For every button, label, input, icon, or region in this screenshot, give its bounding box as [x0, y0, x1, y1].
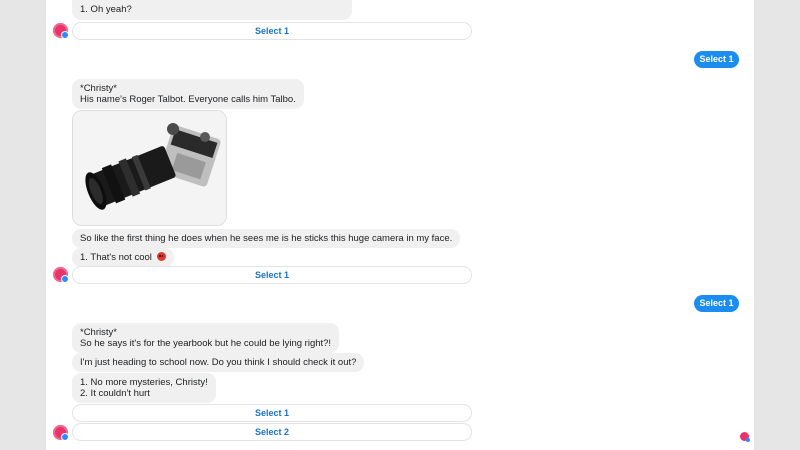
- message-bubble: 1. That's not cool: [72, 248, 174, 267]
- message-bubble: *Christy* His name's Roger Talbot. Every…: [72, 79, 304, 109]
- select-1-button[interactable]: Select 1: [72, 404, 472, 422]
- bot-avatar-icon: [53, 267, 69, 283]
- speaker-name: *Christy*: [80, 327, 117, 338]
- message-bubble: 1. No more mysteries, Christy! 2. It cou…: [72, 373, 216, 403]
- option-text: 1. No more mysteries, Christy!: [80, 377, 208, 388]
- option-text: 2. It couldn't hurt: [80, 388, 150, 399]
- messenger-badge-icon: [61, 275, 69, 283]
- message-bubble: So like the first thing he does when he …: [72, 229, 461, 248]
- chat-head-icon[interactable]: [740, 432, 750, 442]
- message-bubble: I'm just heading to school now. Do you t…: [72, 353, 365, 372]
- user-reply-bubble: Select 1: [694, 295, 739, 312]
- message-bubble: *Christy* So he says it's for the yearbo…: [72, 323, 340, 353]
- message-text: I'm just heading to school now. Do you t…: [80, 357, 357, 368]
- message-bubble: 1. Oh yeah?: [72, 0, 352, 20]
- message-text: 1. That's not cool: [80, 252, 152, 263]
- messenger-badge-icon: [61, 433, 69, 441]
- message-text: His name's Roger Talbot. Everyone calls …: [80, 94, 296, 105]
- select-1-button[interactable]: Select 1: [72, 22, 472, 40]
- camera-photo-image: [73, 111, 226, 225]
- chat-panel: 1. Oh yeah? Select 1 Select 1 *Christy* …: [46, 0, 754, 450]
- bot-avatar-icon: [53, 425, 69, 441]
- speaker-name: *Christy*: [80, 83, 117, 94]
- messenger-badge-icon: [61, 31, 69, 39]
- select-2-button[interactable]: Select 2: [72, 423, 472, 441]
- user-reply-bubble: Select 1: [694, 51, 739, 68]
- message-text: 1. Oh yeah?: [80, 4, 132, 15]
- select-1-button[interactable]: Select 1: [72, 266, 472, 284]
- bot-avatar-icon: [53, 23, 69, 39]
- angry-face-emoji: [156, 252, 166, 261]
- message-text: So like the first thing he does when he …: [80, 233, 453, 244]
- message-text: So he says it's for the yearbook but he …: [80, 338, 332, 349]
- camera-photo[interactable]: [72, 110, 227, 226]
